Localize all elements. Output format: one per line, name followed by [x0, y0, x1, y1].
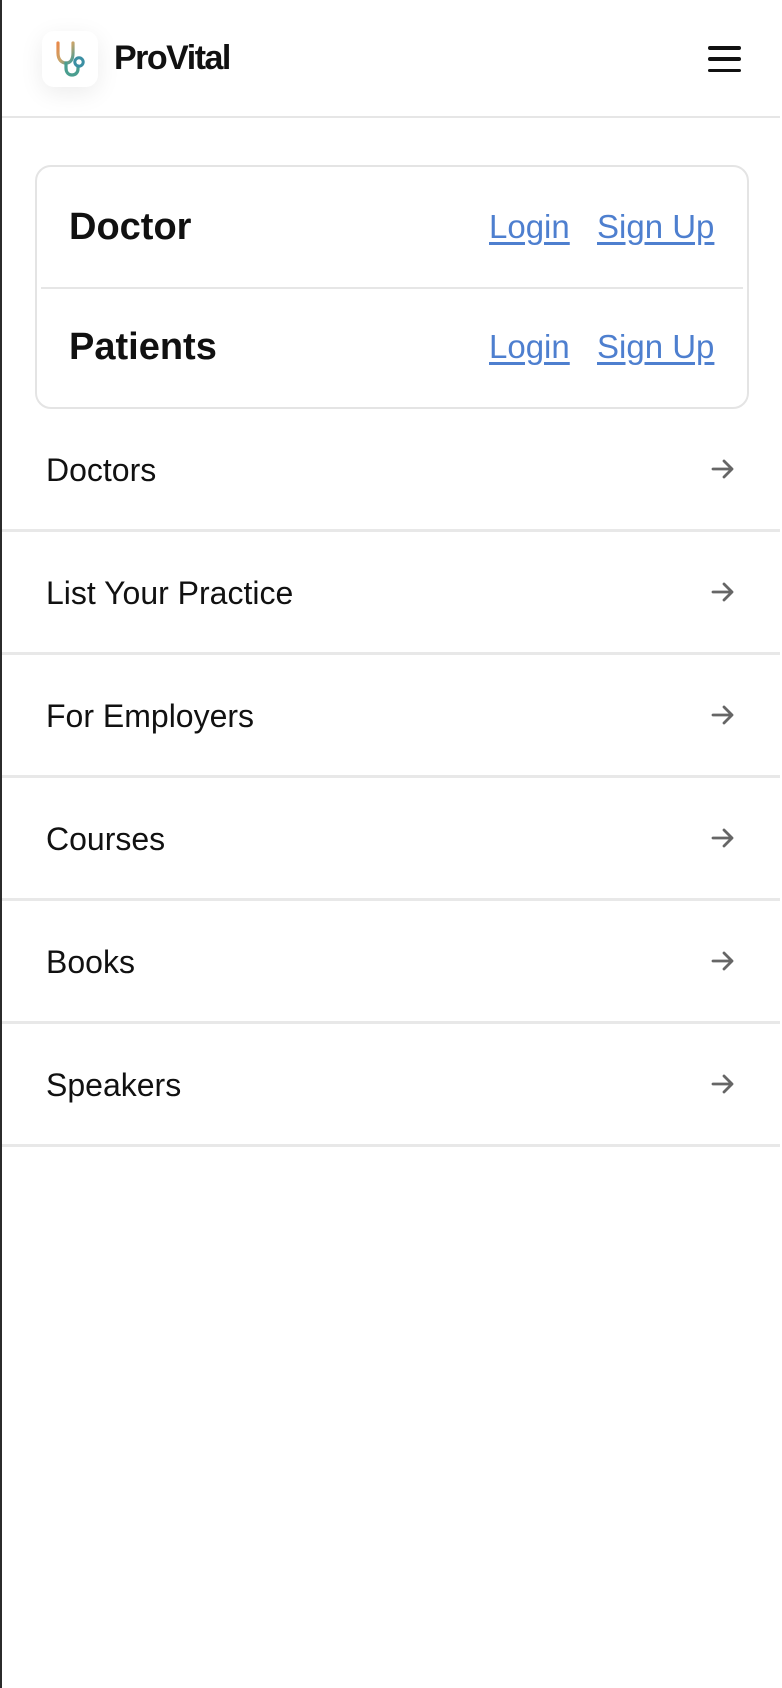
auth-row-label: Patients: [69, 326, 217, 368]
auth-row-doctor: Doctor Login Sign Up: [37, 167, 747, 287]
doctor-login-link[interactable]: Login: [489, 207, 570, 247]
menu-bar: [707, 46, 741, 50]
auth-row-label: Doctor: [69, 206, 192, 248]
arrow-right-icon: [711, 951, 734, 971]
app-frame: ProVital Doctor Login Sign Up Patients L…: [0, 0, 782, 1688]
stethoscope-icon: [56, 41, 85, 77]
nav-item-label: Courses: [46, 821, 166, 857]
menu-bar: [707, 68, 741, 72]
arrow-right-icon: [711, 1074, 734, 1094]
nav-item-speakers[interactable]: Speakers: [2, 1024, 780, 1147]
nav-item-label: Books: [46, 944, 135, 980]
nav-item-label: Speakers: [46, 1067, 182, 1103]
nav-item-list-your-practice[interactable]: List Your Practice: [2, 532, 780, 655]
arrow-right-icon: [711, 582, 734, 602]
hamburger-menu-icon[interactable]: [704, 42, 744, 76]
arrow-right-icon: [711, 459, 734, 479]
doctor-signup-link[interactable]: Sign Up: [597, 207, 714, 247]
nav-item-label: Doctors: [46, 452, 157, 488]
nav-item-label: For Employers: [46, 698, 255, 734]
nav-item-books[interactable]: Books: [2, 901, 780, 1024]
menu-bar: [707, 57, 741, 61]
auth-card: Doctor Login Sign Up Patients Login Sign…: [35, 165, 749, 409]
nav-item-doctors[interactable]: Doctors: [2, 409, 780, 532]
patients-signup-link[interactable]: Sign Up: [597, 327, 714, 367]
auth-row-patients: Patients Login Sign Up: [37, 289, 747, 407]
arrow-right-icon: [711, 705, 734, 725]
nav-item-courses[interactable]: Courses: [2, 778, 780, 901]
arrow-right-icon: [711, 828, 734, 848]
patients-login-link[interactable]: Login: [489, 327, 570, 367]
nav-item-for-employers[interactable]: For Employers: [2, 655, 780, 778]
nav-list: Doctors List Your Practice For Employers…: [2, 409, 780, 1147]
nav-item-label: List Your Practice: [46, 575, 294, 611]
brand-name[interactable]: ProVital: [114, 38, 231, 78]
logo[interactable]: [42, 31, 98, 87]
top-header: ProVital: [2, 0, 780, 118]
